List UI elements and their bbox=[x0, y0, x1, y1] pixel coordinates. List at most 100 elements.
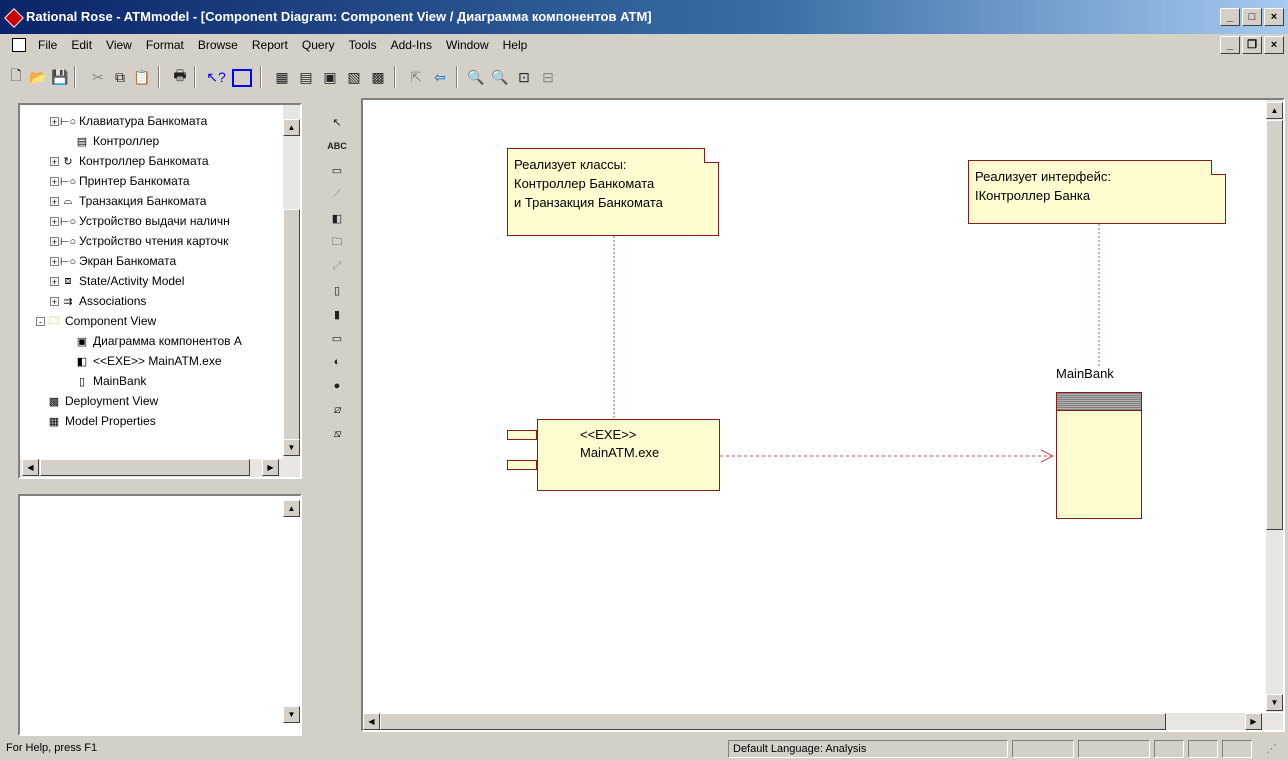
tree-item[interactable]: ▣ Диаграмма компонентов А bbox=[64, 331, 242, 351]
tree-item[interactable]: ◧ <<EXE>> MainATM.exe bbox=[64, 351, 222, 371]
tree-item[interactable]: + ⊢○ Устройство чтения карточк bbox=[50, 231, 228, 251]
menu-addins[interactable]: Add-Ins bbox=[391, 38, 432, 52]
view-doc-window-icon[interactable] bbox=[232, 69, 252, 87]
undo-fit-icon[interactable]: ⊟ bbox=[538, 67, 558, 87]
minimize-button[interactable]: _ bbox=[1220, 8, 1240, 26]
task-spec-tool-icon[interactable]: ⧄ bbox=[327, 401, 347, 419]
expand-icon[interactable]: + bbox=[50, 196, 59, 206]
doc-minimize-button[interactable]: _ bbox=[1220, 36, 1240, 54]
tree-item[interactable]: - 🗀 Component View bbox=[36, 311, 156, 331]
menu-view[interactable]: View bbox=[106, 38, 132, 52]
context-help-icon[interactable]: ↖? bbox=[206, 67, 226, 87]
new-icon[interactable]: 🗋 bbox=[6, 67, 26, 87]
subprogram-spec-tool-icon[interactable]: ▯ bbox=[327, 281, 347, 299]
package-spec-tool-icon[interactable]: ◐ bbox=[327, 353, 347, 371]
tree-item[interactable]: ▦ Model Properties bbox=[36, 411, 156, 431]
menu-edit[interactable]: Edit bbox=[71, 38, 92, 52]
menu-window[interactable]: Window bbox=[446, 38, 489, 52]
scroll-down-button[interactable]: ▼ bbox=[283, 439, 300, 456]
text-tool-icon[interactable]: ABC bbox=[327, 137, 347, 155]
diagram-scroll-left-button[interactable]: ◀ bbox=[363, 713, 380, 730]
menu-help[interactable]: Help bbox=[503, 38, 528, 52]
browse-previous-icon[interactable]: ⇦ bbox=[430, 67, 450, 87]
model-browser[interactable]: + ⊢○ Клавиатура Банкомата ▤ Контроллер + ↻ Конт… bbox=[18, 103, 302, 479]
diagram-scroll-up-button[interactable]: ▲ bbox=[1266, 102, 1283, 119]
dependency-tool-icon[interactable]: ⤢ bbox=[327, 257, 347, 275]
expand-icon[interactable]: + bbox=[50, 276, 59, 286]
expand-icon[interactable]: + bbox=[50, 236, 59, 246]
expand-icon[interactable]: + bbox=[50, 296, 59, 306]
documentation-pane[interactable]: ▲ ▼ bbox=[18, 494, 302, 736]
tree-item[interactable]: + ⊢○ Экран Банкомата bbox=[50, 251, 176, 271]
subprogram-body-tool-icon[interactable]: ▮ bbox=[327, 305, 347, 323]
tree-item[interactable]: + ↻ Контроллер Банкомата bbox=[50, 151, 209, 171]
doc-close-button[interactable]: × bbox=[1264, 36, 1284, 54]
package-body-tool-icon[interactable]: ● bbox=[327, 377, 347, 395]
diagram-vertical-scrollbar[interactable]: ▲ ▼ bbox=[1266, 100, 1283, 712]
package-tool-icon[interactable]: 🗀 bbox=[327, 233, 347, 251]
browse-parent-icon[interactable]: ⇱ bbox=[406, 67, 426, 87]
task-body-tool-icon[interactable]: ⧅ bbox=[327, 425, 347, 443]
browser-vertical-scrollbar[interactable]: ▲ ▼ bbox=[283, 105, 300, 459]
tree-item[interactable]: + ⇉ Associations bbox=[50, 291, 146, 311]
tree-item[interactable]: + ⌓ Транзакция Банкомата bbox=[50, 191, 206, 211]
print-icon[interactable]: 🖶 bbox=[170, 67, 190, 87]
doc-scroll-up-button[interactable]: ▲ bbox=[283, 500, 300, 517]
scroll-up-button[interactable]: ▲ bbox=[283, 119, 300, 136]
menu-file[interactable]: File bbox=[38, 38, 57, 52]
note-realizes-interface[interactable]: Реализует интерфейс: IКонтроллер Банка bbox=[968, 160, 1226, 224]
tree-item[interactable]: + ⊢○ Принтер Банкомата bbox=[50, 171, 190, 191]
diagram-scroll-right-button[interactable]: ▶ bbox=[1245, 713, 1262, 730]
scroll-thumb[interactable] bbox=[283, 209, 300, 449]
fit-in-window-icon[interactable]: ⊡ bbox=[514, 67, 534, 87]
document-icon[interactable] bbox=[12, 38, 26, 52]
note-realizes-classes[interactable]: Реализует классы: Контроллер Банкомата и… bbox=[507, 148, 719, 236]
browse-deployment-diagram-icon[interactable]: ▩ bbox=[368, 67, 388, 87]
tree-item[interactable]: + ⊢○ Клавиатура Банкомата bbox=[50, 111, 207, 131]
tree-item[interactable]: + ⊢○ Устройство выдачи наличн bbox=[50, 211, 230, 231]
component-mainatm-exe[interactable]: <<EXE>> MainATM.exe bbox=[537, 419, 720, 491]
expand-icon[interactable]: + bbox=[50, 216, 59, 226]
expand-icon[interactable]: + bbox=[50, 116, 59, 126]
anchor-note-tool-icon[interactable]: ⟋ bbox=[327, 185, 347, 203]
menu-tools[interactable]: Tools bbox=[349, 38, 377, 52]
component-mainbank[interactable] bbox=[1056, 392, 1142, 519]
component-tool-icon[interactable]: ◧ bbox=[327, 209, 347, 227]
cut-icon[interactable]: ✂ bbox=[88, 67, 108, 87]
copy-icon[interactable]: ⧉ bbox=[110, 67, 130, 87]
menu-browse[interactable]: Browse bbox=[198, 38, 238, 52]
doc-scroll-down-button[interactable]: ▼ bbox=[283, 706, 300, 723]
note-tool-icon[interactable]: ▭ bbox=[327, 161, 347, 179]
browse-interaction-diagram-icon[interactable]: ▤ bbox=[296, 67, 316, 87]
expand-icon[interactable]: + bbox=[50, 256, 59, 266]
diagram-horizontal-scrollbar[interactable]: ◀ ▶ bbox=[363, 713, 1283, 730]
expand-icon[interactable]: + bbox=[50, 176, 59, 186]
diagram-scroll-down-button[interactable]: ▼ bbox=[1266, 694, 1283, 711]
open-icon[interactable]: 📂 bbox=[28, 67, 48, 87]
close-button[interactable]: × bbox=[1264, 8, 1284, 26]
maximize-button[interactable]: □ bbox=[1242, 8, 1262, 26]
browse-class-diagram-icon[interactable]: ▦ bbox=[272, 67, 292, 87]
main-program-tool-icon[interactable]: ▭ bbox=[327, 329, 347, 347]
expand-icon[interactable]: + bbox=[50, 156, 59, 166]
selection-tool-icon[interactable]: ↖ bbox=[327, 113, 347, 131]
collapse-icon[interactable]: - bbox=[36, 316, 45, 326]
zoom-out-icon[interactable]: 🔍 bbox=[490, 67, 510, 87]
zoom-in-icon[interactable]: 🔍 bbox=[466, 67, 486, 87]
menu-format[interactable]: Format bbox=[146, 38, 184, 52]
tree-item[interactable]: ▤ Контроллер bbox=[64, 131, 159, 151]
paste-icon[interactable]: 📋 bbox=[132, 67, 152, 87]
browser-horizontal-scrollbar[interactable]: ◀ ▶ bbox=[20, 459, 300, 477]
component-diagram-canvas[interactable]: Реализует классы: Контроллер Банкомата и… bbox=[361, 98, 1285, 732]
tree-item[interactable]: ▯ MainBank bbox=[64, 371, 146, 391]
browse-component-diagram-icon[interactable]: ▣ bbox=[320, 67, 340, 87]
menu-report[interactable]: Report bbox=[252, 38, 288, 52]
save-icon[interactable]: 💾 bbox=[50, 67, 70, 87]
resize-grip-icon[interactable]: ⋰ bbox=[1266, 742, 1277, 755]
scroll-right-button[interactable]: ▶ bbox=[262, 459, 279, 476]
tree-item[interactable]: + ⧈ State/Activity Model bbox=[50, 271, 184, 291]
menu-query[interactable]: Query bbox=[302, 38, 335, 52]
hscroll-thumb[interactable] bbox=[40, 459, 250, 476]
diagram-vscroll-thumb[interactable] bbox=[1266, 120, 1283, 530]
scroll-left-button[interactable]: ◀ bbox=[22, 459, 39, 476]
